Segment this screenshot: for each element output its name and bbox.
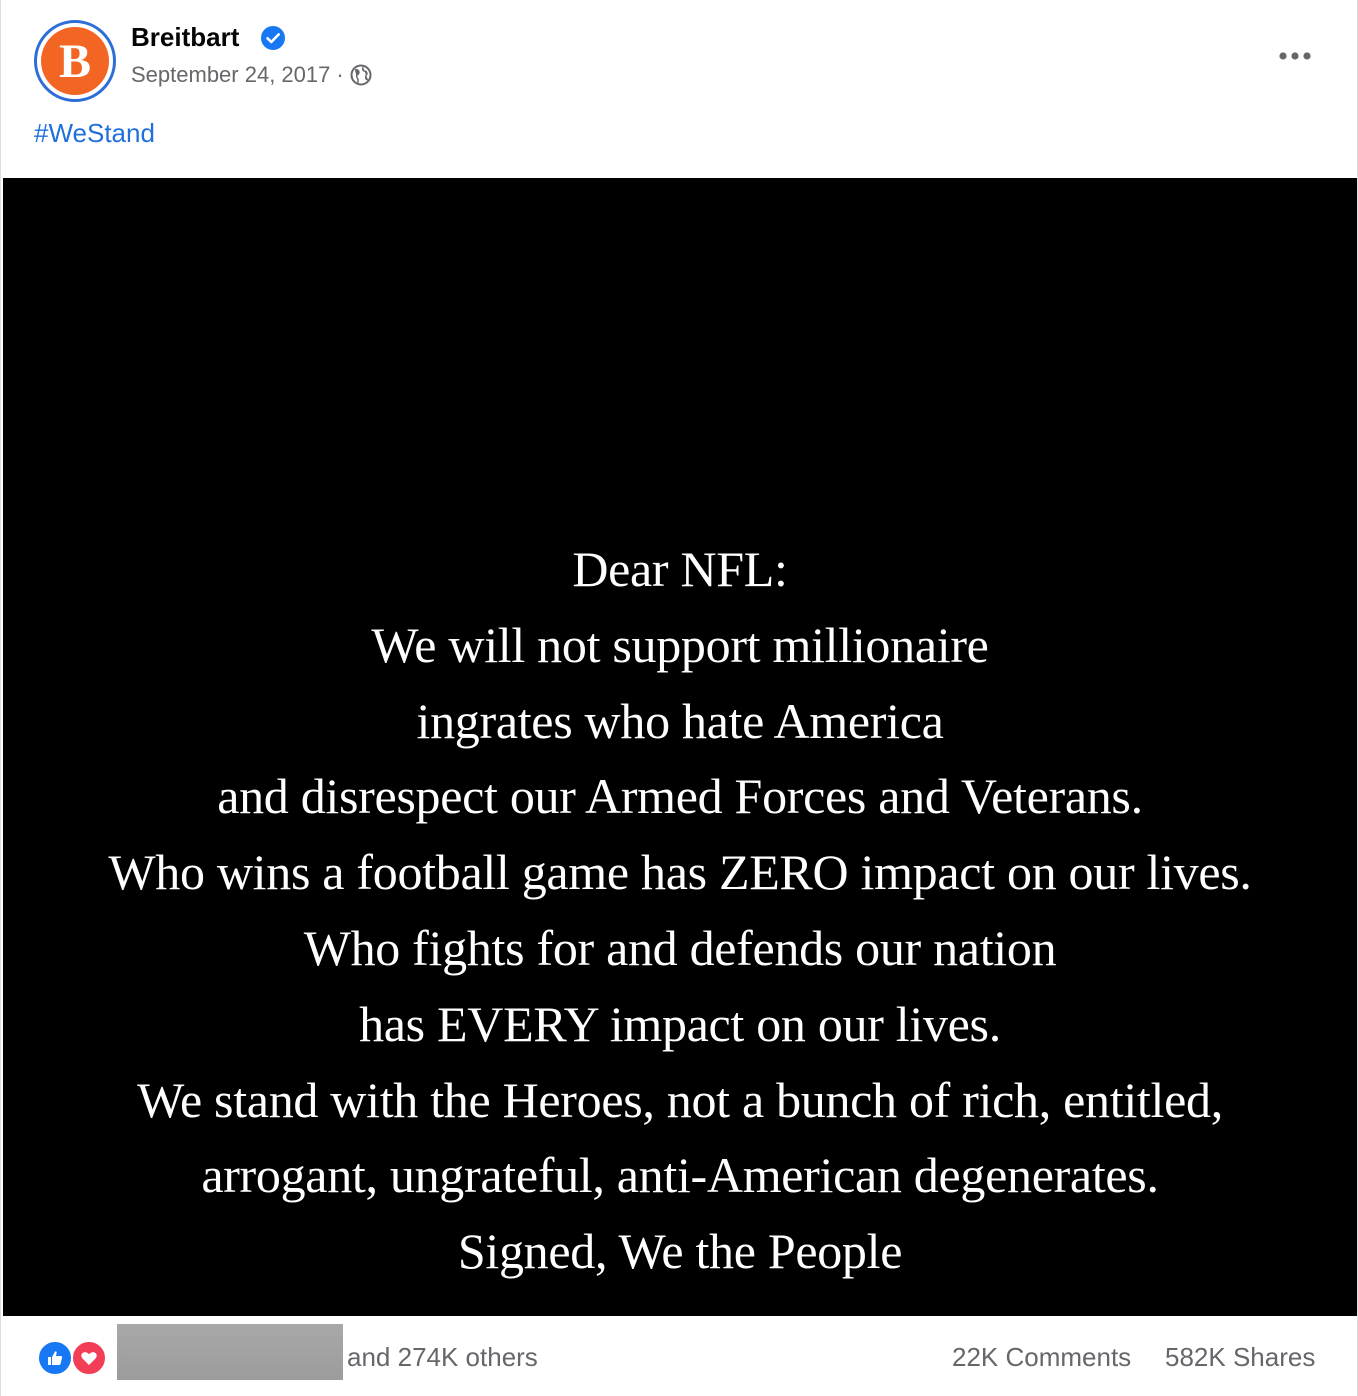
shares-count-link[interactable]: 582K Shares [1165,1342,1315,1373]
breitbart-logo: B [41,27,109,95]
verified-badge-icon [260,25,286,51]
letter-line: ingrates who hate America [416,692,944,749]
post-image[interactable]: Dear NFL: We will not support millionair… [3,178,1357,1316]
page-name[interactable]: Breitbart [131,22,239,53]
letter-line: and disrespect our Armed Forces and Vete… [217,768,1143,825]
more-options-button[interactable] [1271,38,1319,74]
letter-line: Who wins a football game has ZERO impact… [108,844,1252,901]
more-options-icon [1279,52,1311,60]
letter-line: arrogant, ungrateful, anti-American dege… [201,1147,1159,1204]
comments-count-link[interactable]: 22K Comments [952,1342,1131,1373]
love-icon [71,1340,107,1376]
meta-separator: · [336,62,344,87]
letter-line: We stand with the Heroes, not a bunch of… [137,1071,1223,1128]
letter-line: Dear NFL: [572,541,788,597]
reactions-count-text[interactable]: and 274K others [347,1342,538,1373]
image-letter-text: Dear NFL: We will not support millionair… [3,532,1357,1290]
like-icon [37,1340,73,1376]
post-meta: September 24, 2017 · [131,62,372,88]
letter-line: Signed, We the People [457,1223,903,1280]
page-avatar[interactable]: B [34,20,116,102]
post-date[interactable]: September 24, 2017 [131,62,330,88]
post-header: B Breitbart September 24, 2017 · #WeStan… [1,0,1358,178]
redacted-names-block [117,1324,343,1380]
hashtag-link[interactable]: #WeStand [34,118,155,149]
globe-icon[interactable] [350,64,372,86]
facebook-post: B Breitbart September 24, 2017 · #WeStan… [0,0,1358,1396]
logo-letter: B [59,35,91,88]
letter-line: has EVERY impact on our lives. [359,995,1001,1052]
letter-line: Who fights for and defends our nation [303,919,1057,976]
letter-line: We will not support millionaire [371,616,989,673]
